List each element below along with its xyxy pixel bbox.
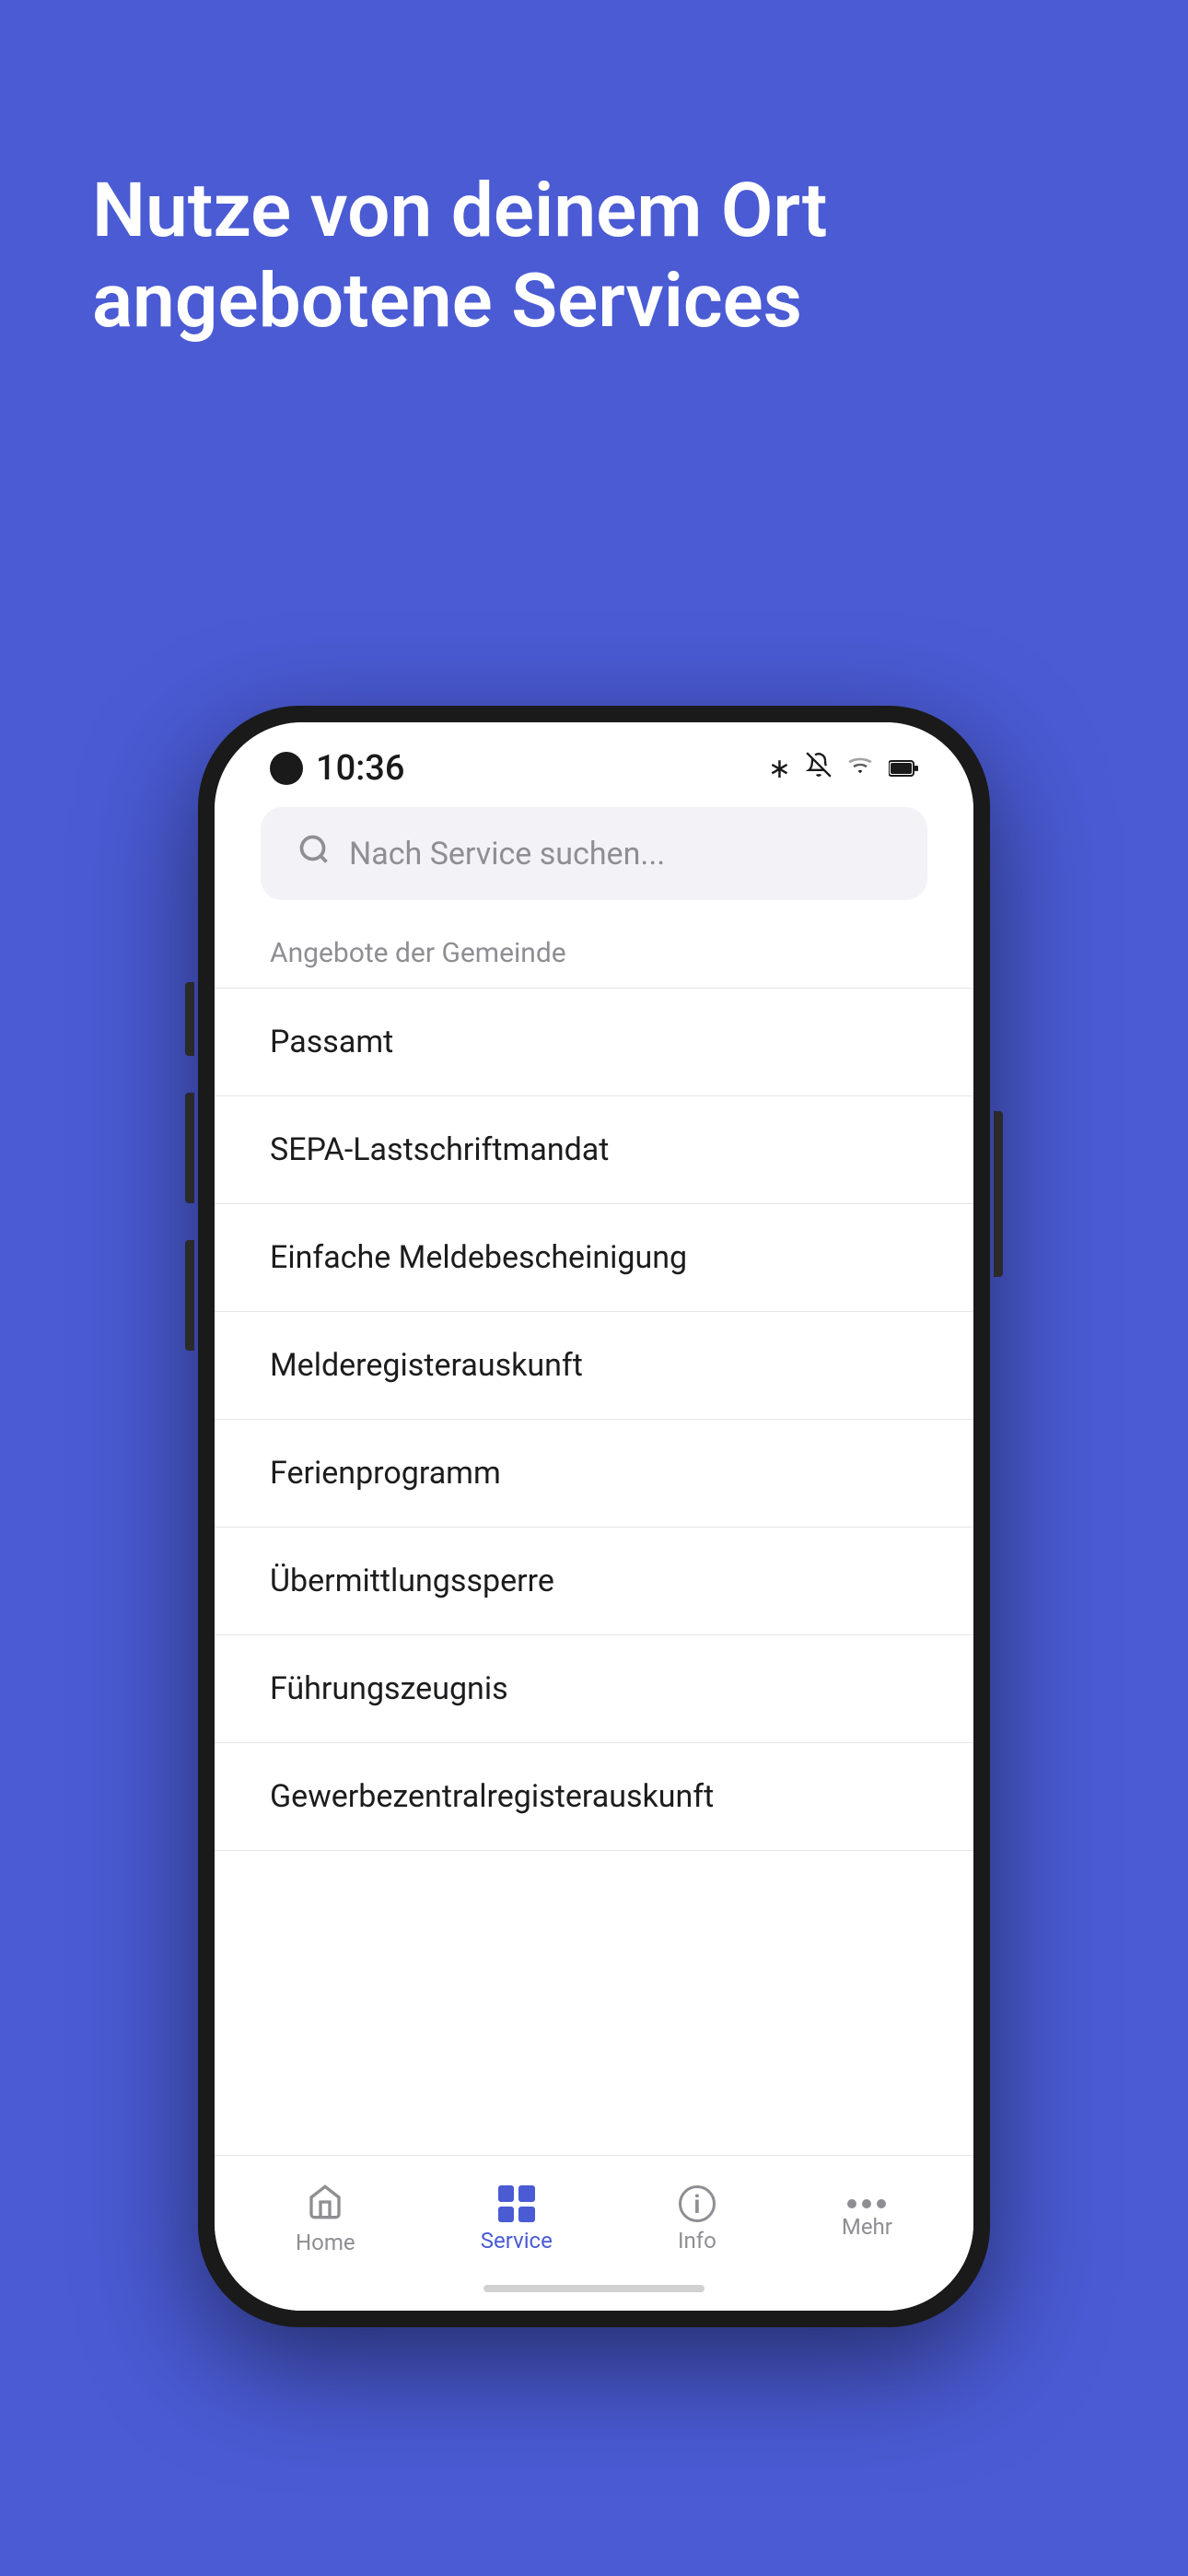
list-item-label: Übermittlungssperre (270, 1563, 554, 1599)
nav-info[interactable]: i Info (650, 2176, 744, 2263)
list-item[interactable]: Gewerbezentralregisterauskunft (215, 1743, 973, 1851)
section-title: Angebote der Gemeinde (215, 937, 973, 988)
nav-service-label: Service (481, 2228, 553, 2254)
silent-switch (185, 1240, 194, 1351)
nav-mehr-label: Mehr (842, 2214, 892, 2240)
status-time: 10:36 (316, 748, 404, 789)
list-item-label: SEPA-Lastschriftmandat (270, 1131, 609, 1168)
list-item-label: Melderegisterauskunft (270, 1347, 583, 1384)
power-button (994, 1111, 1003, 1277)
phone-frame: 10:36 ∗ (198, 706, 990, 2327)
list-item[interactable]: Einfache Meldebescheinigung (215, 1204, 973, 1312)
bell-off-icon (806, 752, 832, 785)
services-list: Passamt SEPA-Lastschriftmandat Einfache … (215, 988, 973, 2155)
list-item[interactable]: Ferienprogramm (215, 1420, 973, 1528)
list-item-label: Führungszeugnis (270, 1670, 508, 1707)
volume-down-button (185, 1093, 194, 1203)
hero-section: Nutze von deinem Ort angebotene Services (0, 0, 1188, 421)
list-item-label: Einfache Meldebescheinigung (270, 1239, 687, 1276)
nav-home-label: Home (296, 2230, 355, 2255)
bottom-nav: Home Service i Info (215, 2155, 973, 2274)
list-item-label: Passamt (270, 1024, 393, 1060)
home-indicator (215, 2274, 973, 2311)
nav-info-label: Info (678, 2228, 716, 2254)
search-input[interactable]: Nach Service suchen... (349, 836, 665, 872)
list-item-label: Gewerbezentralregisterauskunft (270, 1778, 714, 1815)
bluetooth-icon: ∗ (768, 753, 791, 785)
phone-screen: 10:36 ∗ (215, 722, 973, 2311)
home-bar (483, 2285, 705, 2292)
search-icon (297, 833, 331, 874)
home-icon (307, 2184, 344, 2224)
hero-title: Nutze von deinem Ort angebotene Services (92, 166, 1096, 347)
battery-icon (889, 753, 918, 785)
wifi-icon (846, 753, 874, 785)
nav-home[interactable]: Home (268, 2174, 383, 2265)
list-item[interactable]: Übermittlungssperre (215, 1528, 973, 1635)
status-left: 10:36 (270, 748, 404, 789)
list-item[interactable]: SEPA-Lastschriftmandat (215, 1096, 973, 1204)
nav-mehr[interactable]: Mehr (814, 2190, 920, 2249)
list-item[interactable]: Melderegisterauskunft (215, 1312, 973, 1420)
search-bar[interactable]: Nach Service suchen... (261, 807, 927, 900)
status-bar: 10:36 ∗ (215, 722, 973, 798)
mehr-icon (847, 2199, 886, 2208)
volume-up-button (185, 982, 194, 1056)
list-item[interactable]: Passamt (215, 988, 973, 1096)
list-item[interactable]: Führungszeugnis (215, 1635, 973, 1743)
status-icons: ∗ (768, 752, 918, 785)
info-icon: i (679, 2185, 716, 2222)
camera-icon (270, 752, 303, 785)
service-grid-icon (498, 2185, 535, 2222)
phone-mockup: 10:36 ∗ (198, 458, 990, 2576)
app-content: Nach Service suchen... Angebote der Geme… (215, 798, 973, 2311)
nav-service[interactable]: Service (453, 2176, 580, 2263)
list-item-label: Ferienprogramm (270, 1455, 501, 1492)
